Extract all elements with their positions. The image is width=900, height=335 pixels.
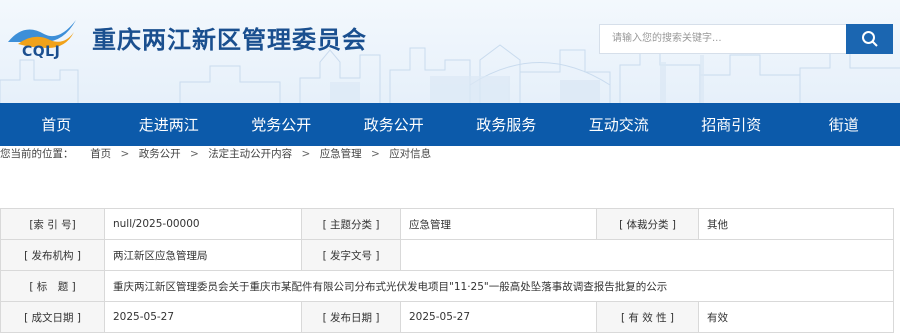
site-header: CQLJ 重庆两江新区管理委员会 请输入您的搜索关键字... — [0, 0, 900, 103]
breadcrumb-separator: > — [190, 148, 199, 160]
validity-value: 有效 — [698, 301, 894, 333]
breadcrumb-item-home[interactable]: 首页 — [90, 148, 111, 160]
publisher-label: [ 发布机构 ] — [0, 239, 105, 271]
publish-date-label: [ 发布日期 ] — [301, 301, 401, 333]
search-input[interactable]: 请输入您的搜索关键字... — [599, 24, 846, 54]
nav-item-investment[interactable]: 招商引资 — [675, 114, 788, 135]
main-nav: 首页 走进两江 党务公开 政务公开 政务服务 互动交流 招商引资 街道 — [0, 103, 900, 146]
breadcrumb-separator: > — [301, 148, 311, 160]
nav-item-party-affairs[interactable]: 党务公开 — [225, 114, 338, 135]
index-number-value: null/2025-00000 — [104, 208, 302, 240]
publish-date-value: 2025-05-27 — [400, 301, 597, 333]
breadcrumb-item-emergency-management[interactable]: 应急管理 — [320, 148, 362, 160]
table-row: [ 标 题 ] 重庆两江新区管理委员会关于重庆市某配件有限公司分布式光伏发电项目… — [0, 270, 894, 302]
written-date-value: 2025-05-27 — [104, 301, 302, 333]
table-row: [ 发布机构 ] 两江新区应急管理局 [ 发字文号 ] — [0, 239, 894, 271]
breadcrumb-separator: > — [120, 148, 130, 160]
table-row: [ 成文日期 ] 2025-05-27 [ 发布日期 ] 2025-05-27 … — [0, 301, 894, 333]
validity-label: [ 有 效 性 ] — [596, 301, 699, 333]
genre-category-label: [ 体裁分类 ] — [596, 208, 699, 240]
nav-item-government-affairs[interactable]: 政务公开 — [338, 114, 451, 135]
document-number-label: [ 发字文号 ] — [301, 239, 401, 271]
nav-item-streets[interactable]: 街道 — [788, 114, 900, 135]
site-title: 重庆两江新区管理委员会 — [92, 26, 367, 54]
breadcrumb-separator: > — [371, 148, 380, 160]
title-label: [ 标 题 ] — [0, 270, 105, 302]
written-date-label: [ 成文日期 ] — [0, 301, 105, 333]
index-number-label: [索 引 号] — [0, 208, 105, 240]
site-logo[interactable] — [4, 12, 80, 70]
table-row: [索 引 号] null/2025-00000 [ 主题分类 ] 应急管理 [ … — [0, 208, 894, 240]
document-meta-table: [索 引 号] null/2025-00000 [ 主题分类 ] 应急管理 [ … — [0, 208, 894, 333]
breadcrumb-item-statutory-disclosure[interactable]: 法定主动公开内容 — [208, 148, 292, 160]
topic-category-value: 应急管理 — [400, 208, 597, 240]
document-number-value — [400, 239, 894, 271]
search-button[interactable] — [846, 24, 893, 54]
breadcrumb-prefix: 您当前的位置： — [0, 148, 74, 160]
title-value: 重庆两江新区管理委员会关于重庆市某配件有限公司分布式光伏发电项目"11·25"一… — [104, 270, 894, 302]
nav-item-about[interactable]: 走进两江 — [113, 114, 226, 135]
logo-text: CQLJ — [22, 44, 61, 60]
nav-item-home[interactable]: 首页 — [0, 114, 113, 135]
breadcrumb-item-response-info[interactable]: 应对信息 — [389, 148, 431, 160]
genre-category-value: 其他 — [698, 208, 894, 240]
search-icon — [861, 31, 878, 47]
breadcrumb: 您当前的位置： 首页 > 政务公开 > 法定主动公开内容 > 应急管理 > 应对… — [0, 146, 900, 184]
nav-item-government-services[interactable]: 政务服务 — [450, 114, 563, 135]
publisher-value: 两江新区应急管理局 — [104, 239, 302, 271]
breadcrumb-item-government-affairs[interactable]: 政务公开 — [139, 148, 181, 160]
topic-category-label: [ 主题分类 ] — [301, 208, 401, 240]
nav-item-interaction[interactable]: 互动交流 — [563, 114, 676, 135]
